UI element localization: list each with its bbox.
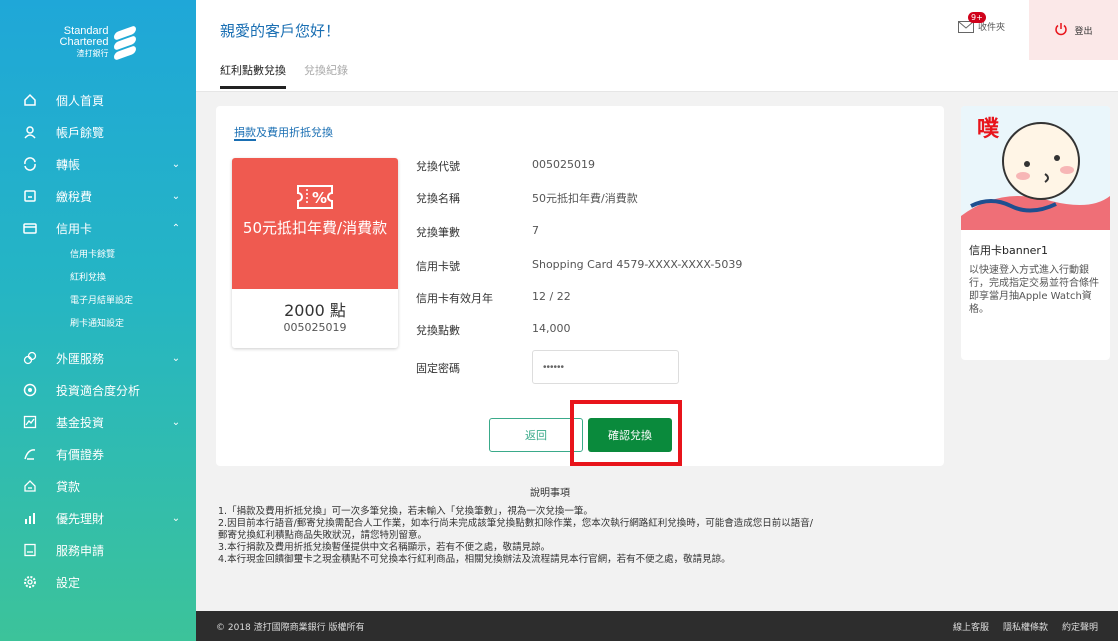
- cartoon-illustration: 噗: [961, 106, 1110, 230]
- sidebar-item-securities[interactable]: 有價證券: [0, 438, 196, 470]
- coupon-points: 2000 點: [284, 301, 346, 320]
- chevron-down-icon: ⌄: [171, 190, 181, 202]
- footer-link-terms[interactable]: 約定聲明: [1062, 620, 1098, 633]
- note-line: 1.「捐款及費用折抵兌換」可一次多筆兌換，若未輸入「兌換筆數」，視為一次兌換一筆…: [218, 506, 593, 517]
- chevron-up-icon: ⌃: [171, 222, 181, 234]
- chevron-down-icon: ⌄: [171, 158, 181, 170]
- sidebar-item-accounts[interactable]: 帳戶餘覽: [0, 116, 196, 148]
- coupon-code: 005025019: [283, 321, 347, 334]
- subnav-item-estatement[interactable]: 電子月結單設定: [70, 290, 196, 313]
- coupon-name: 50元抵扣年費/消費款: [242, 219, 388, 237]
- notes: 1.「捐款及費用折抵兌換」可一次多筆兌換，若未輸入「兌換筆數」，視為一次兌換一筆…: [218, 506, 958, 566]
- promo-banner[interactable]: 噗 信用卡banner1 以快速登入方式進入行動銀行，完成指定交易並符合條件即享…: [961, 106, 1110, 360]
- analysis-icon: [22, 382, 38, 398]
- detail-row: 兌換代號 005025019: [416, 158, 595, 173]
- footer-link-support[interactable]: 線上客服: [953, 620, 989, 633]
- logout-label: 登出: [1074, 26, 1093, 37]
- service-icon: [22, 542, 38, 558]
- highlight-box: [570, 400, 682, 466]
- brand-line2: Chartered: [59, 35, 109, 48]
- card-title: 捐款及費用折抵兌換: [234, 126, 333, 139]
- credit-card-subnav: 信用卡餘覽 紅利兌換 電子月結單設定 刷卡通知設定: [0, 244, 196, 342]
- banner-image: 噗: [961, 106, 1110, 230]
- greeting: 親愛的客戶您好！: [220, 22, 341, 40]
- inbox-badge: 9+: [968, 11, 986, 23]
- password-field[interactable]: [532, 350, 679, 384]
- sidebar-item-funds[interactable]: 基金投資 ⌄: [0, 406, 196, 438]
- securities-icon: [22, 446, 38, 462]
- sidebar-item-bills[interactable]: 繳稅費 ⌄: [0, 180, 196, 212]
- fund-icon: [22, 414, 38, 430]
- tab-redeem[interactable]: 紅利點數兌換: [220, 62, 286, 89]
- banner-text: 以快速登入方式進入行動銀行，完成指定交易並符合條件即享當月抽Apple Watc…: [969, 265, 1099, 315]
- loan-icon: [22, 478, 38, 494]
- sidebar-nav-lower: 外匯服務 ⌄ 投資適合度分析 基金投資 ⌄ 有價證券 貸款 優先理財 ⌄ 服務申…: [0, 342, 196, 598]
- tab-bar: 紅利點數兌換 兌換紀錄: [220, 62, 348, 89]
- svg-text:噗: 噗: [977, 116, 1000, 142]
- user-icon: [22, 124, 38, 140]
- back-button[interactable]: 返回: [489, 418, 583, 452]
- redeem-card: 捐款及費用折抵兌換 % 50元抵扣年費/消費款 2000 點 005025019…: [216, 106, 944, 466]
- password-label: 固定密碼: [416, 362, 460, 375]
- sidebar-item-credit-card[interactable]: 信用卡 ⌃: [0, 212, 196, 244]
- sidebar-item-priority[interactable]: 優先理財 ⌄: [0, 502, 196, 534]
- credit-card-icon: [22, 220, 38, 236]
- sidebar: Standard Chartered 渣打銀行 個人首頁 帳戶餘覽 轉帳 ⌄ 繳…: [0, 0, 196, 641]
- note-line: 3.本行捐款及費用折抵兌換暫僅提供中文名稱顯示，若有不便之處，敬請見諒。: [218, 542, 551, 553]
- subnav-item-rewards[interactable]: 紅利兌換: [70, 267, 196, 290]
- logo-mark-icon: [114, 24, 137, 62]
- logout-button[interactable]: 登出: [1029, 0, 1118, 60]
- sidebar-item-transfer[interactable]: 轉帳 ⌄: [0, 148, 196, 180]
- sidebar-item-home[interactable]: 個人首頁: [0, 84, 196, 116]
- subnav-item-notify[interactable]: 刷卡通知設定: [70, 313, 196, 336]
- discount-icon: %: [232, 158, 398, 210]
- detail-row: 兌換名稱 50元抵扣年費/消費款: [416, 192, 638, 205]
- note-line: 4.本行現金回饋御璽卡之現金積點不可兌換本行紅利商品，相關兌換辦法及流程請見本行…: [218, 554, 731, 565]
- sidebar-item-loans[interactable]: 貸款: [0, 470, 196, 502]
- sidebar-item-settings[interactable]: 設定: [0, 566, 196, 598]
- sidebar-item-fx[interactable]: 外匯服務 ⌄: [0, 342, 196, 374]
- home-icon: [22, 92, 38, 108]
- bill-icon: [22, 188, 38, 204]
- inbox-button[interactable]: 9+ 收件夾: [958, 11, 1005, 33]
- brand-line1: Standard: [63, 24, 109, 37]
- transfer-icon: [22, 156, 38, 172]
- banner-title: 信用卡banner1: [969, 244, 1048, 257]
- sidebar-item-service[interactable]: 服務申請: [0, 534, 196, 566]
- chevron-down-icon: ⌄: [171, 416, 181, 428]
- settings-icon: [22, 574, 38, 590]
- svg-text:%: %: [312, 189, 327, 207]
- detail-row: 兌換筆數 7: [416, 224, 539, 239]
- tab-history[interactable]: 兌換紀錄: [304, 62, 348, 89]
- detail-row: 信用卡有效月年 12 / 22: [416, 290, 571, 305]
- brand-line3: 渣打銀行: [76, 48, 109, 58]
- footer: © 2018 渣打國際商業銀行 版權所有 線上客服 隱私權條款 約定聲明: [196, 611, 1118, 641]
- fx-icon: [22, 350, 38, 366]
- coupon: % 50元抵扣年費/消費款 2000 點 005025019: [232, 158, 398, 348]
- footer-link-privacy[interactable]: 隱私權條款: [1003, 620, 1048, 633]
- power-icon: [1054, 22, 1068, 39]
- subnav-item-overview[interactable]: 信用卡餘覽: [70, 244, 196, 267]
- sidebar-nav: 個人首頁 帳戶餘覽 轉帳 ⌄ 繳稅費 ⌄ 信用卡 ⌃: [0, 84, 196, 244]
- note-line: 2.因目前本行語音/郵寄兌換需配合人工作業，如本行尚未完成該筆兌換點數扣除作業，…: [218, 518, 813, 529]
- chevron-down-icon: ⌄: [171, 352, 181, 364]
- detail-row: 信用卡號 Shopping Card 4579-XXXX-XXXX-5039: [416, 258, 743, 273]
- note-line: 郵寄兌換紅利積點商品失敗狀況，請您特別留意。: [218, 530, 428, 541]
- bank-logo[interactable]: Standard Chartered 渣打銀行: [0, 0, 196, 84]
- notes-title: 說明事項: [530, 488, 570, 499]
- header: 親愛的客戶您好！ 紅利點數兌換 兌換紀錄 9+ 收件夾 登出: [196, 0, 1118, 92]
- title-underline: [234, 139, 256, 141]
- sidebar-item-analysis[interactable]: 投資適合度分析: [0, 374, 196, 406]
- detail-row: 兌換點數 14,000: [416, 322, 571, 337]
- chevron-down-icon: ⌄: [171, 512, 181, 524]
- priority-icon: [22, 510, 38, 526]
- mail-icon: 9+: [958, 11, 986, 33]
- copyright: © 2018 渣打國際商業銀行 版權所有: [216, 622, 365, 633]
